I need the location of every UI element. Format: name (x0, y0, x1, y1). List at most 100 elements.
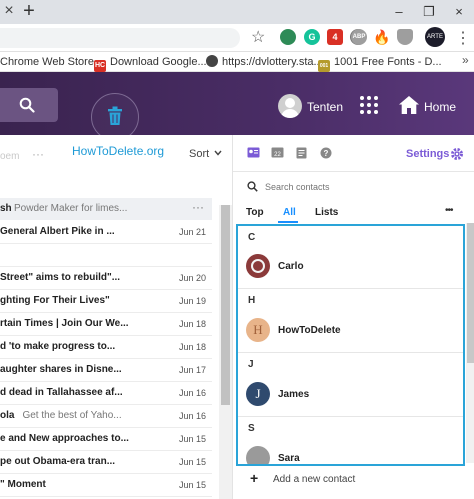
contact-name-sara[interactable]: Sara (278, 453, 300, 464)
grammarly-icon[interactable]: G (304, 29, 320, 45)
calendar-icon[interactable]: 22 (271, 147, 284, 158)
mail-list: General Albert Pike in ... Jun 21 Street" … (0, 198, 212, 499)
minimize-button[interactable]: – (384, 0, 414, 24)
tab-all[interactable]: All (283, 207, 296, 218)
contacts-list: C Carlo H H HowToDelete J J James S Sara (236, 224, 465, 466)
mail-list-toolbar: oem ··· HowToDelete.org Sort (0, 135, 232, 175)
mail-subject: ghting For Their Lives" (0, 290, 175, 312)
mail-row[interactable]: aughter shares in Disne... Jun 17 (0, 359, 212, 382)
contacts-scroll-thumb[interactable] (467, 223, 474, 363)
avatar-ring (251, 259, 265, 273)
contact-avatar-howtodelete[interactable]: H (246, 318, 270, 342)
search-icon (19, 97, 35, 113)
mail-date: Jun 19 (178, 296, 206, 306)
shield-extension-icon[interactable] (397, 29, 413, 45)
tab-close-button[interactable]: × (2, 2, 16, 20)
mail-row[interactable]: d 'to make progress to... Jun 18 (0, 336, 212, 359)
bookmark-free-fonts[interactable]: 001 1001 Free Fonts - D... (318, 55, 442, 72)
contact-name-carlo[interactable]: Carlo (278, 261, 304, 272)
home-icon[interactable] (399, 96, 419, 114)
mail-date: Jun 16 (178, 411, 206, 421)
help-icon[interactable]: ? (320, 147, 332, 159)
mail-subject-text: pe out Obama-era tran... (0, 456, 116, 467)
mail-subject: ola Get the best of Yaho... (0, 405, 175, 427)
mail-subject: d dead in Tallahassee af... (0, 382, 175, 404)
mail-row[interactable]: e and New approaches to... Jun 15 (0, 428, 212, 451)
mail-date: Jun 15 (178, 480, 206, 490)
contact-avatar-sara[interactable] (246, 446, 270, 464)
mail-date: Jun 15 (178, 457, 206, 467)
browser-menu-icon[interactable]: ⋮ (455, 28, 471, 48)
bookmark-download-google[interactable]: HC Download Google... (94, 55, 207, 72)
mail-subject-text: rtain Times | Join Our We... (0, 318, 129, 329)
mail-subject-text: ola (0, 410, 15, 421)
bookmarks-overflow-icon[interactable]: » (462, 53, 469, 67)
restore-button[interactable]: ❐ (414, 0, 444, 24)
mail-row[interactable]: Street" aims to rebuild"... Jun 20 (0, 267, 212, 290)
contact-name-howtodelete[interactable]: HowToDelete (278, 325, 341, 336)
brand-watermark: HowToDelete.org (72, 144, 165, 158)
toolbar-more-icon[interactable]: ··· (32, 147, 44, 161)
avatar[interactable] (278, 94, 302, 118)
fire-extension-icon[interactable]: 🔥 (373, 29, 390, 45)
mail-row[interactable]: rtain Times | Join Our We... Jun 18 (0, 313, 212, 336)
home-link[interactable]: Home (424, 100, 456, 114)
mail-row[interactable]: " Moment Jun 15 (0, 474, 212, 497)
mail-scroll-thumb[interactable] (221, 205, 230, 405)
mail-row[interactable] (0, 244, 212, 267)
contact-card-icon[interactable] (247, 147, 260, 158)
green-extension-icon[interactable] (280, 29, 296, 45)
mail-row[interactable]: d dead in Tallahassee af... Jun 16 (0, 382, 212, 405)
bookmark-dvlottery[interactable]: https://dvlottery.sta... (206, 55, 323, 69)
search-contacts-input[interactable] (265, 179, 445, 195)
hc-icon: HC (94, 60, 106, 72)
section-divider (238, 288, 463, 289)
contacts-more-icon[interactable]: ••• (445, 205, 453, 216)
notepad-icon[interactable] (296, 147, 307, 159)
mail-subject-text: e and New approaches to... (0, 433, 129, 444)
tab-top[interactable]: Top (246, 207, 264, 218)
mail-row[interactable]: ghting For Their Lives" Jun 19 (0, 290, 212, 313)
panel-divider (233, 171, 474, 172)
section-divider (238, 416, 463, 417)
section-letter: C (248, 232, 256, 243)
contact-avatar-james[interactable]: J (246, 382, 270, 406)
settings-link[interactable]: Settings (406, 148, 449, 160)
mail-subject: e and New approaches to... (0, 428, 175, 450)
new-tab-button[interactable]: + (20, 1, 38, 21)
search-button[interactable] (0, 88, 58, 122)
add-contact-icon[interactable]: + (250, 470, 258, 486)
profile-avatar[interactable]: ARTE (425, 27, 445, 47)
red-badge-extension-icon[interactable]: 4 (327, 29, 343, 45)
mail-row[interactable]: pe out Obama-era tran... Jun 15 (0, 451, 212, 474)
adblock-icon[interactable]: ABP (351, 29, 367, 45)
url-field[interactable] (0, 28, 240, 48)
contacts-scrollbar[interactable] (466, 223, 474, 463)
mail-scrollbar[interactable] (219, 205, 232, 499)
user-name[interactable]: Tenten (307, 100, 343, 114)
apps-grid-icon[interactable] (360, 96, 378, 114)
faded-toolbar-label[interactable]: oem (0, 151, 19, 162)
bookmark-chrome-web-store[interactable]: Chrome Web Store... (0, 55, 103, 69)
mail-subject-text: Street" aims to rebuild"... (0, 272, 121, 283)
contact-avatar-carlo[interactable] (246, 254, 270, 278)
contact-name-james[interactable]: James (278, 389, 309, 400)
avatar-letter: J (255, 386, 261, 401)
window-close-button[interactable]: × (444, 0, 474, 24)
mail-snippet: Get the best of Yaho... (22, 410, 122, 421)
mail-date: Jun 21 (178, 227, 206, 237)
mail-row[interactable]: ola Get the best of Yaho... Jun 16 (0, 405, 212, 428)
avatar-body (281, 109, 299, 118)
fonts-icon: 001 (318, 60, 330, 72)
bookmark-star-icon[interactable]: ☆ (251, 27, 265, 47)
mail-row[interactable]: General Albert Pike in ... Jun 21 (0, 221, 212, 244)
address-bar[interactable]: ☆ G 4 ABP 🔥 ARTE ⋮ (0, 24, 474, 52)
section-letter: S (248, 423, 255, 434)
sort-button[interactable]: Sort (189, 148, 222, 160)
gear-icon[interactable] (450, 147, 464, 161)
mail-date: Jun 15 (178, 434, 206, 444)
add-contact-link[interactable]: Add a new contact (273, 474, 355, 485)
tab-lists[interactable]: Lists (315, 207, 338, 218)
chevron-down-icon (214, 150, 222, 156)
mail-subject-text: d 'to make progress to... (0, 341, 116, 352)
